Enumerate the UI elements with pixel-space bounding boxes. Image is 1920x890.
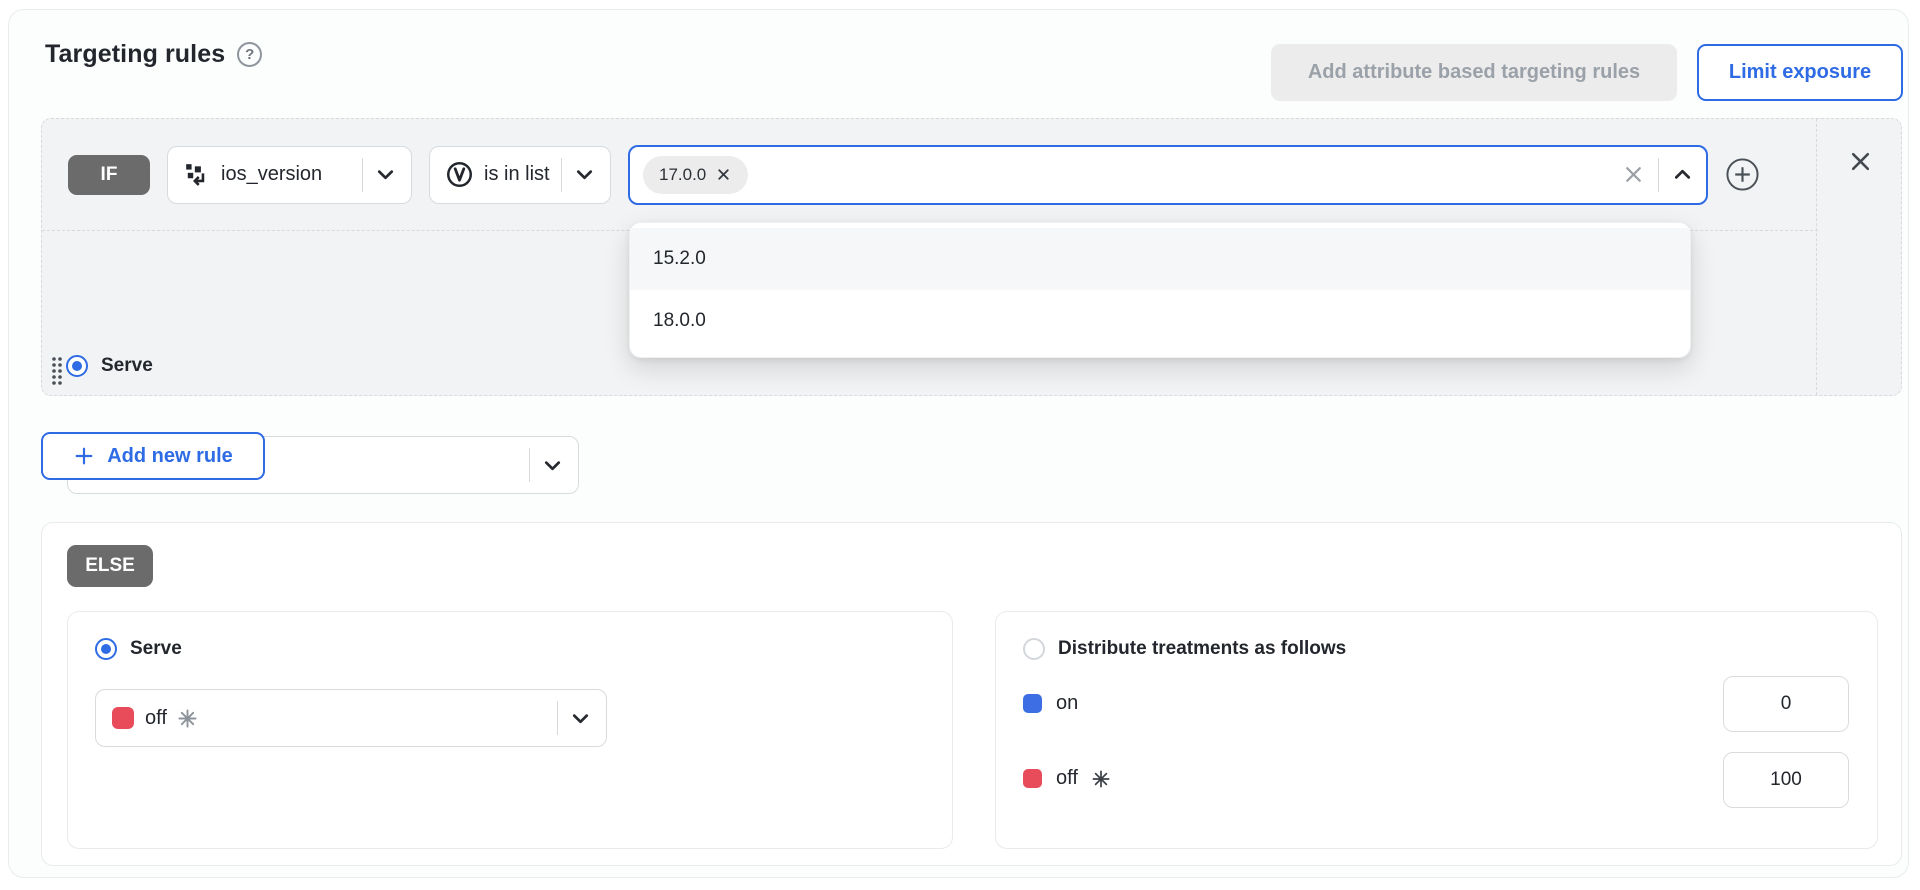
percent-input-on[interactable] (1723, 676, 1849, 732)
rule-condition-row: IF ios_version (42, 119, 1818, 231)
attribute-icon (184, 162, 210, 188)
distribute-label: Distribute treatments as follows (1058, 638, 1346, 660)
page-title: Targeting rules (45, 40, 225, 69)
select-divider (1658, 158, 1659, 192)
chevron-up-icon[interactable] (1671, 163, 1694, 186)
default-serve-label: Serve (130, 638, 182, 660)
chevron-down-icon[interactable] (374, 163, 397, 186)
default-treatment-select[interactable]: off (95, 689, 607, 747)
treatment-on-swatch (1023, 694, 1042, 713)
limit-exposure-button[interactable]: Limit exposure (1697, 44, 1903, 101)
attribute-select[interactable]: ios_version (167, 146, 412, 204)
rule-close-column (1816, 119, 1901, 395)
help-icon[interactable]: ? (237, 42, 262, 67)
distribute-on-label: on (1056, 692, 1078, 715)
add-new-rule-label: Add new rule (107, 445, 233, 468)
treatment-off-swatch (112, 707, 134, 729)
matcher-select[interactable]: is in list (429, 146, 611, 204)
delete-rule-icon[interactable] (1845, 146, 1875, 176)
value-chip: 17.0.0 (643, 156, 748, 194)
default-serve-radio[interactable] (95, 638, 117, 660)
distribute-off-label: off (1056, 767, 1078, 790)
chip-remove-icon[interactable] (715, 166, 732, 183)
serve-radio[interactable] (66, 355, 88, 377)
matcher-select-value: is in list (484, 163, 550, 186)
default-treatment-asterisk-icon (178, 709, 197, 728)
targeting-rules-page: Targeting rules ? Add attribute based ta… (0, 0, 1920, 890)
value-chip-label: 17.0.0 (659, 165, 706, 185)
chevron-down-icon[interactable] (573, 163, 596, 186)
distribute-radio-row: Distribute treatments as follows (1023, 638, 1346, 660)
values-multiselect-input[interactable]: 17.0.0 (628, 145, 1708, 205)
serve-radio-label: Serve (101, 355, 153, 377)
chevron-down-icon[interactable] (569, 707, 592, 730)
attribute-select-value: ios_version (221, 163, 351, 186)
if-badge: IF (68, 155, 150, 195)
dropdown-option[interactable]: 15.2.0 (630, 228, 1690, 290)
select-divider (561, 158, 562, 192)
serve-radio-row: Serve (66, 355, 153, 377)
treatment-off-swatch (1023, 769, 1042, 788)
targeting-rules-panel: Targeting rules ? Add attribute based ta… (8, 9, 1909, 878)
default-treatment-value: off (145, 707, 167, 730)
select-divider (362, 158, 363, 192)
default-rule-card: ELSE Serve off (41, 522, 1902, 866)
add-condition-icon[interactable] (1725, 157, 1760, 192)
chevron-down-icon[interactable] (541, 454, 564, 477)
drag-handle-icon[interactable] (50, 355, 64, 387)
values-dropdown-menu: 15.2.0 18.0.0 (629, 222, 1691, 358)
else-badge: ELSE (67, 545, 153, 587)
distribute-row-on: on (1023, 692, 1078, 715)
add-new-rule-button[interactable]: Add new rule (41, 432, 265, 480)
add-attribute-rules-button[interactable]: Add attribute based targeting rules (1271, 44, 1677, 101)
distribute-treatments-panel: Distribute treatments as follows on off (995, 611, 1878, 849)
default-serve-panel: Serve off (67, 611, 953, 849)
clear-values-icon[interactable] (1621, 162, 1646, 187)
default-serve-radio-row: Serve (95, 638, 182, 660)
default-treatment-asterisk-icon (1092, 770, 1110, 788)
distribute-radio[interactable] (1023, 638, 1045, 660)
dropdown-option[interactable]: 18.0.0 (630, 290, 1690, 352)
version-matcher-icon (446, 161, 473, 188)
select-divider (557, 701, 558, 735)
percent-input-off[interactable] (1723, 752, 1849, 808)
page-title-row: Targeting rules ? (45, 40, 262, 69)
select-divider (529, 448, 530, 482)
plus-icon (73, 445, 95, 467)
distribute-row-off: off (1023, 767, 1110, 790)
